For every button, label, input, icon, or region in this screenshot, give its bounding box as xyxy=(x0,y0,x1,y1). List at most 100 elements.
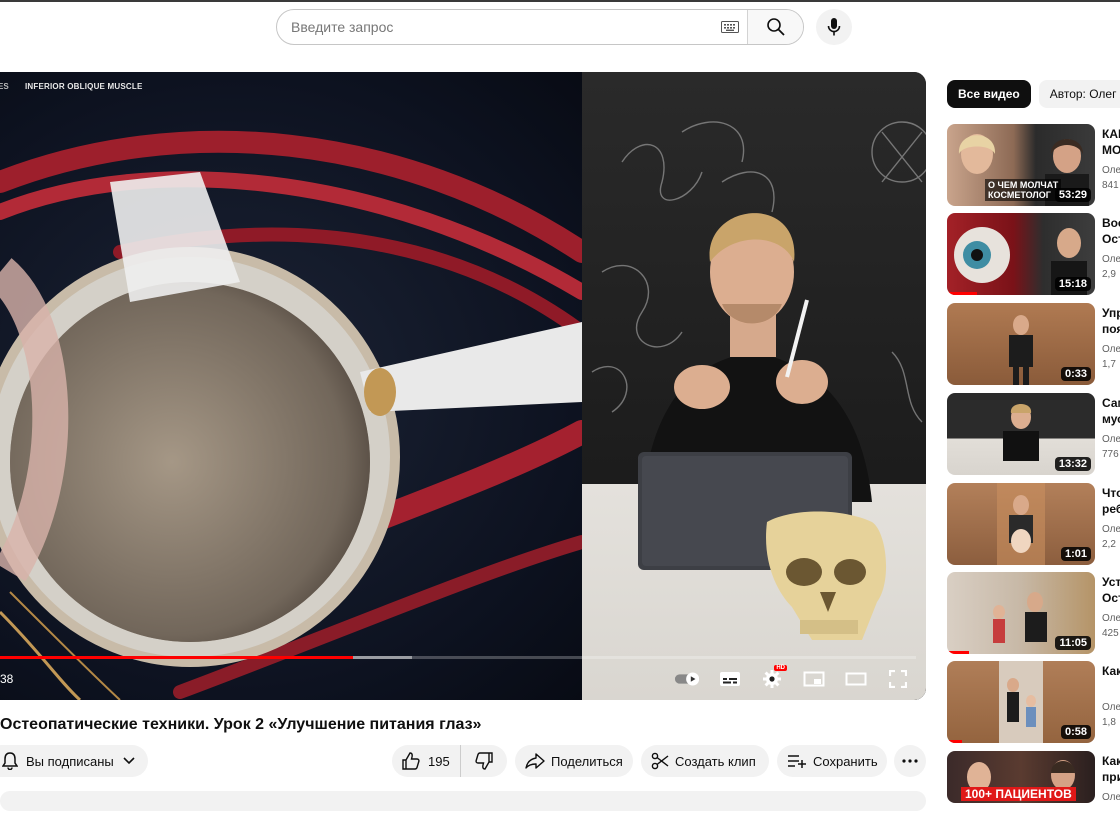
recommendation-title[interactable]: Вос Ост xyxy=(1102,215,1120,247)
recommendation-channel[interactable]: Оле xyxy=(1102,524,1120,535)
description-box[interactable] xyxy=(0,791,926,811)
like-button[interactable]: 195 xyxy=(392,745,461,777)
duration-badge: 1:01 xyxy=(1060,547,1091,561)
search-button[interactable] xyxy=(747,10,803,44)
watched-progress xyxy=(947,292,977,295)
duration-badge: 0:58 xyxy=(1060,725,1091,739)
top-border xyxy=(0,0,1120,2)
recommendation-views: 2,2 xyxy=(1102,539,1116,550)
presenter-figure xyxy=(638,213,887,640)
create-clip-label: Создать клип xyxy=(675,753,756,769)
recommendation-item[interactable]: 11:05 Уст Ост Оле 425 xyxy=(947,572,1120,654)
recommendation-title[interactable]: Сам мус xyxy=(1102,395,1120,427)
share-label: Поделиться xyxy=(551,753,623,769)
video-thumbnail[interactable]: 0:58 xyxy=(947,661,1095,743)
eye-anatomy-illustration xyxy=(0,130,582,700)
autoplay-toggle[interactable] xyxy=(674,666,702,692)
recommendation-item[interactable]: 13:32 Сам мус Оле 776 xyxy=(947,393,1120,475)
recommendation-title[interactable]: Уст Ост xyxy=(1102,574,1120,606)
theater-icon xyxy=(845,672,867,686)
subtitles-icon xyxy=(720,672,740,686)
subscribed-label: Вы подписаны xyxy=(26,753,114,769)
played-fill xyxy=(0,656,353,659)
thumbnail-overlay-text: 100+ ПАЦИЕНТОВ xyxy=(961,787,1076,801)
seek-bar[interactable] xyxy=(0,656,916,659)
create-clip-button[interactable]: Создать клип xyxy=(641,745,769,777)
recommendation-title[interactable]: Упр поя xyxy=(1102,305,1120,337)
more-actions-button[interactable] xyxy=(894,745,926,777)
thumbnail-overlay-text: О ЧЕМ МОЛЧАТ КОСМЕТОЛОГ xyxy=(985,179,1062,201)
miniplayer-button[interactable] xyxy=(800,666,828,692)
duration-badge: 53:29 xyxy=(1054,188,1091,202)
recommendation-channel[interactable]: Оле xyxy=(1102,792,1120,803)
recommendation-channel[interactable]: Оле xyxy=(1102,165,1120,176)
share-icon xyxy=(525,753,545,769)
recommendation-title[interactable]: Как xyxy=(1102,663,1120,679)
theater-mode-button[interactable] xyxy=(842,666,870,692)
dislike-button[interactable] xyxy=(461,745,507,777)
recommendation-views: 1,7 xyxy=(1102,359,1116,370)
video-player[interactable]: ES INFERIOR OBLIQUE MUSCLE 38 HD xyxy=(0,72,926,700)
video-thumbnail[interactable]: 11:05 xyxy=(947,572,1095,654)
search-box xyxy=(276,9,804,45)
video-thumbnail[interactable]: 15:18 xyxy=(947,213,1095,295)
save-button[interactable]: Сохранить xyxy=(777,745,887,777)
video-thumbnail[interactable]: 1:01 xyxy=(947,483,1095,565)
recommendation-item[interactable]: 0:58 Как Оле 1,8 xyxy=(947,661,1120,743)
recommendation-title[interactable]: Что реб xyxy=(1102,485,1120,517)
watched-progress xyxy=(947,651,970,654)
fullscreen-icon xyxy=(889,670,907,688)
current-time: 38 xyxy=(0,672,14,686)
like-dislike-group: 195 xyxy=(392,745,507,777)
recommendation-views: 1,8 xyxy=(1102,717,1116,728)
scene-label: INFERIOR OBLIQUE MUSCLE xyxy=(25,82,143,91)
chip-by-author[interactable]: Автор: Олег А xyxy=(1038,80,1120,108)
subscribed-button[interactable]: Вы подписаны xyxy=(0,745,148,777)
voice-search-button[interactable] xyxy=(816,9,852,45)
recommendation-channel[interactable]: Оле xyxy=(1102,254,1120,265)
video-thumbnail[interactable]: 13:32 xyxy=(947,393,1095,475)
gear-icon xyxy=(763,670,781,688)
recommendation-item[interactable]: 1:01 Что реб Оле 2,2 xyxy=(947,483,1120,565)
related-filter-chips: Все видео Автор: Олег А xyxy=(947,80,1120,108)
chip-all-videos[interactable]: Все видео xyxy=(947,80,1031,108)
duration-badge: 15:18 xyxy=(1054,277,1091,291)
video-thumbnail[interactable]: 100+ ПАЦИЕНТОВ xyxy=(947,751,1095,803)
recommendation-views: 2,9 xyxy=(1102,269,1116,280)
recommendation-channel[interactable]: Оле xyxy=(1102,344,1120,355)
miniplayer-icon xyxy=(803,671,825,687)
recommendation-item[interactable]: 100+ ПАЦИЕНТОВ Как при Оле xyxy=(947,751,1120,833)
presenter-camera-frame xyxy=(582,72,926,700)
scene-label-partial: ES xyxy=(0,82,9,91)
recommendation-title[interactable]: Как при xyxy=(1102,753,1120,785)
keyboard-icon[interactable] xyxy=(713,10,747,44)
fullscreen-button[interactable] xyxy=(884,666,912,692)
mic-icon xyxy=(827,18,841,36)
subtitles-button[interactable] xyxy=(716,666,744,692)
recommendation-title[interactable]: КАН МО xyxy=(1102,126,1120,158)
recommendation-channel[interactable]: Оле xyxy=(1102,434,1120,445)
share-button[interactable]: Поделиться xyxy=(515,745,633,777)
recommendation-channel[interactable]: Оле xyxy=(1102,702,1120,713)
recommendation-item[interactable]: 0:33 Упр поя Оле 1,7 xyxy=(947,303,1120,385)
recommendation-views: 425 xyxy=(1102,628,1119,639)
playlist-add-icon xyxy=(787,753,807,769)
thumbs-up-icon xyxy=(402,752,420,770)
duration-badge: 13:32 xyxy=(1054,457,1091,471)
search-input[interactable] xyxy=(277,10,713,44)
recommendation-views: 776 xyxy=(1102,449,1119,460)
save-label: Сохранить xyxy=(813,753,878,769)
recommendation-item[interactable]: 15:18 Вос Ост Оле 2,9 xyxy=(947,213,1120,295)
video-thumbnail[interactable]: О ЧЕМ МОЛЧАТ КОСМЕТОЛОГ 53:29 xyxy=(947,124,1095,206)
recommendation-views: 841 xyxy=(1102,180,1119,191)
hd-badge: HD xyxy=(774,665,787,671)
settings-button[interactable]: HD xyxy=(758,665,787,692)
bell-icon xyxy=(2,752,18,770)
video-thumbnail[interactable]: 0:33 xyxy=(947,303,1095,385)
anatomy-animation-frame: ES INFERIOR OBLIQUE MUSCLE xyxy=(0,72,582,700)
chevron-down-icon xyxy=(122,756,136,766)
recommendation-item[interactable]: О ЧЕМ МОЛЧАТ КОСМЕТОЛОГ 53:29 КАН МО Оле… xyxy=(947,124,1120,206)
like-count: 195 xyxy=(428,753,450,769)
watched-progress xyxy=(947,740,962,743)
recommendation-channel[interactable]: Оле xyxy=(1102,613,1120,624)
